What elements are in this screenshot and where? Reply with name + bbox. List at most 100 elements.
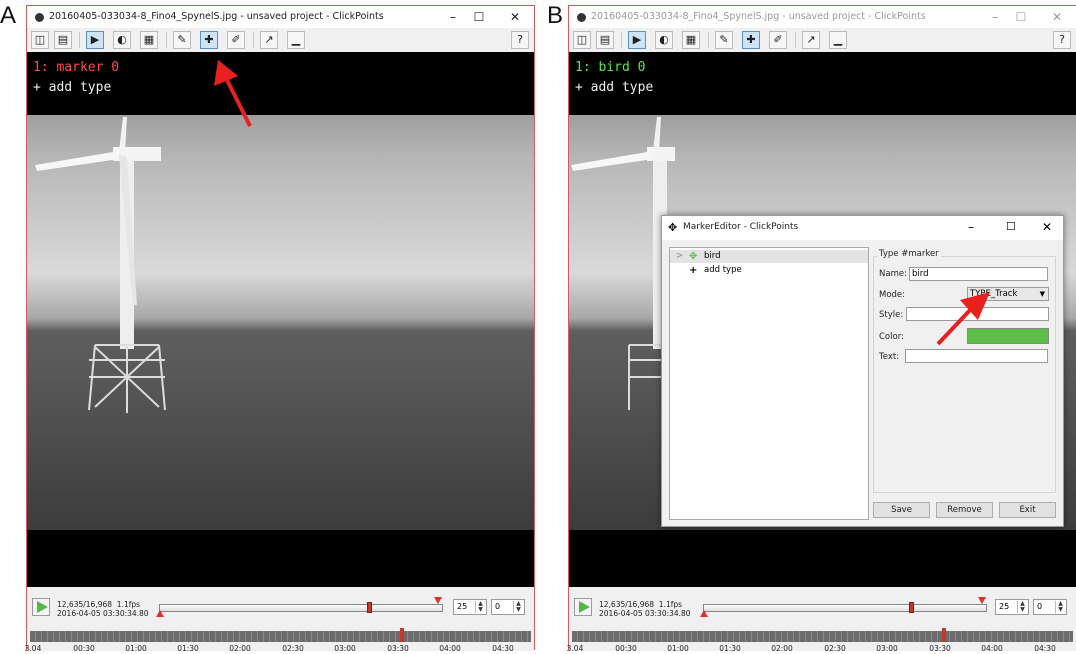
- help-button[interactable]: ?: [1053, 31, 1071, 49]
- frame-counter: 12,635/16,968 1.1fps: [57, 600, 140, 609]
- exit-button[interactable]: Exit: [999, 502, 1056, 518]
- fps-spinbox[interactable]: 25 ▲ ▼: [995, 599, 1029, 615]
- tree-item-bird[interactable]: > ✥ bird: [670, 250, 868, 263]
- group-title: Type #marker: [877, 249, 941, 259]
- marker-icon[interactable]: ✚: [200, 31, 218, 49]
- minimize-button[interactable]: –: [440, 8, 466, 26]
- skip-spinbox[interactable]: 0 ▲ ▼: [1033, 599, 1067, 615]
- playback-bar: 12,635/16,968 1.1fps 2016-04-05 03:30:34…: [567, 587, 1076, 653]
- play-button[interactable]: [32, 598, 50, 616]
- marker-type-label[interactable]: 1: bird 0: [575, 60, 645, 75]
- save-icon[interactable]: ◫: [31, 31, 49, 49]
- skip-spinbox[interactable]: 0 ▲ ▼: [491, 599, 525, 615]
- frame-slider[interactable]: [156, 597, 443, 617]
- wind-turbine-image: [35, 117, 166, 413]
- jacket-foundation: [88, 344, 166, 413]
- timeline-labels: 3.04 00:30 01:00 01:30 02:00 02:30 03:00…: [24, 644, 534, 654]
- tick-label: 02:30: [824, 644, 846, 653]
- name-field[interactable]: bird: [909, 267, 1048, 281]
- tick-label: 02:00: [771, 644, 793, 653]
- annotation-arrow-b: [936, 292, 990, 346]
- contrast-icon[interactable]: ◐: [655, 31, 673, 49]
- chart-icon[interactable]: ▁: [829, 31, 847, 49]
- chart-icon[interactable]: ▁: [287, 31, 305, 49]
- toolbar-separator: [621, 32, 622, 48]
- frame-slider[interactable]: [700, 597, 987, 617]
- style-label: Style:: [879, 310, 904, 320]
- spin-arrows-icon[interactable]: ▲ ▼: [513, 601, 523, 613]
- spin-arrows-icon[interactable]: ▲ ▼: [1017, 601, 1027, 613]
- mode-label: Mode:: [879, 290, 906, 300]
- toolbar-separator: [79, 32, 80, 48]
- title-bar[interactable]: 20160405-033034-8_Fino4_SpynelS.jpg - un…: [569, 6, 1076, 28]
- tick-label: 04:30: [1034, 644, 1056, 653]
- maximize-button[interactable]: ☐: [1008, 8, 1034, 26]
- spin-arrows-icon[interactable]: ▲ ▼: [475, 601, 485, 613]
- close-button[interactable]: ✕: [1042, 220, 1052, 234]
- marker-icon: ✥: [689, 251, 698, 262]
- toolbar-separator: [166, 32, 167, 48]
- frame-number: 12,635/16,968: [599, 600, 655, 609]
- remove-button[interactable]: Remove: [936, 502, 993, 518]
- minimize-button[interactable]: –: [968, 220, 974, 234]
- paint-brush-icon[interactable]: ✐: [227, 31, 245, 49]
- play-button[interactable]: [574, 598, 592, 616]
- image-viewer[interactable]: 1: marker 0 + add type: [27, 52, 534, 587]
- open-folder-icon[interactable]: ▤: [54, 31, 72, 49]
- skip-value: 0: [495, 602, 501, 611]
- help-button[interactable]: ?: [511, 31, 529, 49]
- end-marker[interactable]: [434, 597, 442, 604]
- add-type-label[interactable]: + add type: [33, 80, 111, 95]
- close-button[interactable]: ✕: [1044, 8, 1070, 26]
- open-folder-icon[interactable]: ▤: [596, 31, 614, 49]
- start-marker[interactable]: [700, 610, 708, 617]
- export-icon[interactable]: ↗: [260, 31, 278, 49]
- tick-label: 04:30: [492, 644, 514, 653]
- contrast-icon[interactable]: ◐: [113, 31, 131, 49]
- marker-type-tree: > ✥ bird + add type: [669, 247, 869, 520]
- dialog-title: MarkerEditor - ClickPoints: [683, 222, 799, 232]
- slider-handle[interactable]: [367, 602, 372, 613]
- tick-label: 03:30: [387, 644, 409, 653]
- tree-item-add-type[interactable]: + add type: [670, 264, 868, 277]
- annotation-icon[interactable]: ✎: [173, 31, 191, 49]
- save-icon[interactable]: ◫: [573, 31, 591, 49]
- timeline-cursor[interactable]: [942, 628, 946, 642]
- maximize-button[interactable]: ☐: [1006, 220, 1016, 233]
- expand-arrow-icon[interactable]: >: [676, 250, 683, 263]
- maximize-button[interactable]: ☐: [466, 8, 492, 26]
- text-field[interactable]: [905, 349, 1048, 363]
- timeline[interactable]: [572, 628, 1073, 642]
- start-marker[interactable]: [156, 610, 164, 617]
- marker-type-label[interactable]: 1: marker 0: [33, 60, 119, 75]
- film-icon[interactable]: ▦: [140, 31, 158, 49]
- close-button[interactable]: ✕: [502, 8, 528, 26]
- save-button[interactable]: Save: [873, 502, 930, 518]
- marker-icon[interactable]: ✚: [742, 31, 760, 49]
- paint-brush-icon[interactable]: ✐: [769, 31, 787, 49]
- tick-label: 3.04: [24, 644, 42, 653]
- film-icon[interactable]: ▦: [682, 31, 700, 49]
- minimize-button[interactable]: –: [982, 8, 1008, 26]
- title-bar[interactable]: 20160405-033034-8_Fino4_SpynelS.jpg - un…: [27, 6, 534, 28]
- frame-timestamp: 2016-04-05 03:30:34.80: [599, 609, 691, 618]
- text-label: Text:: [879, 352, 900, 362]
- slider-handle[interactable]: [909, 602, 914, 613]
- timeline[interactable]: [30, 628, 531, 642]
- play-icon[interactable]: ▶: [86, 31, 104, 49]
- export-icon[interactable]: ↗: [802, 31, 820, 49]
- panel-label-b: B: [547, 2, 564, 29]
- dialog-title-bar[interactable]: ✥ MarkerEditor - ClickPoints – ☐ ✕: [662, 216, 1063, 240]
- fps-readout: 1.1fps: [658, 600, 683, 609]
- fps-spinbox[interactable]: 25 ▲ ▼: [453, 599, 487, 615]
- timeline-cursor[interactable]: [400, 628, 404, 642]
- toolbar: ◫ ▤ ▶ ◐ ▦ ✎ ✚ ✐ ↗ ▁ ?: [569, 28, 1076, 52]
- jacket-foundation: [628, 344, 661, 410]
- marker-editor-dialog: ✥ MarkerEditor - ClickPoints – ☐ ✕ > ✥ b…: [661, 215, 1064, 527]
- play-icon[interactable]: ▶: [628, 31, 646, 49]
- tick-label: 02:00: [229, 644, 251, 653]
- add-type-label[interactable]: + add type: [575, 80, 653, 95]
- end-marker[interactable]: [978, 597, 986, 604]
- annotation-icon[interactable]: ✎: [715, 31, 733, 49]
- spin-arrows-icon[interactable]: ▲ ▼: [1055, 601, 1065, 613]
